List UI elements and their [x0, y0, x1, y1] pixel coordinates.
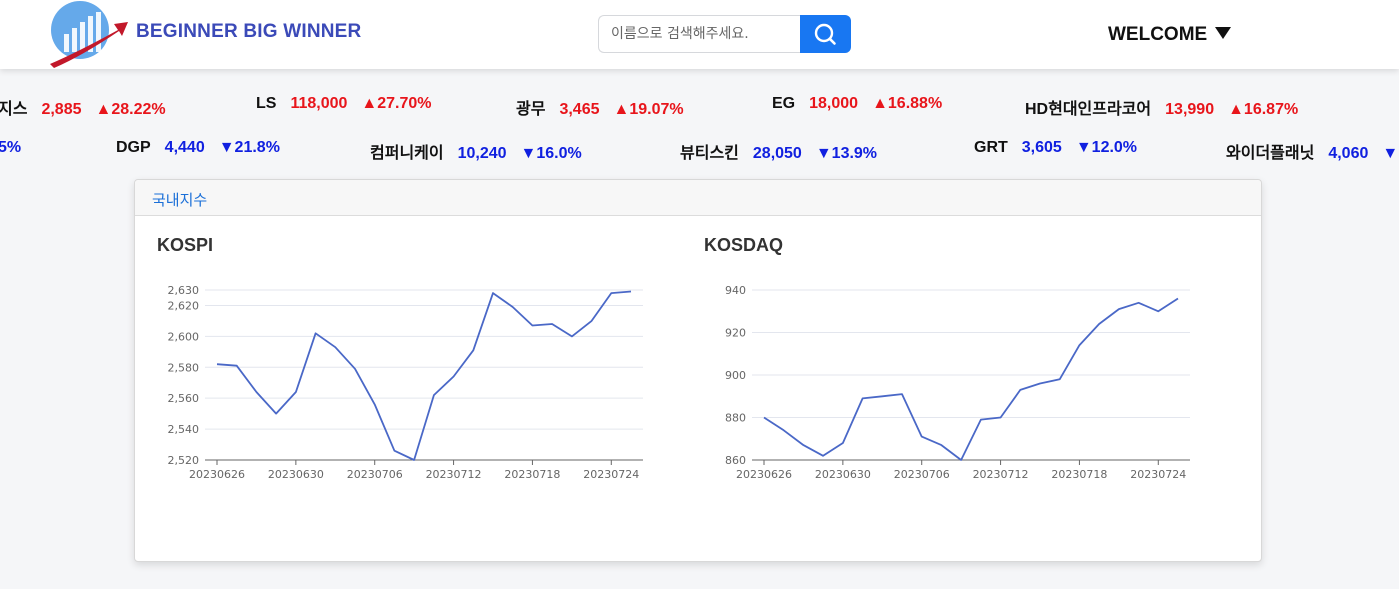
stock-price: 4,440	[164, 139, 205, 156]
kospi-y-tick-label: 2,620	[168, 299, 200, 312]
kosdaq-y-tick-label: 920	[725, 327, 746, 340]
stock-change: ▼13.9%	[815, 145, 878, 162]
stock-change: ▲27.70%	[361, 95, 432, 112]
kosdaq-y-tick-label: 860	[725, 454, 746, 467]
index-panel: 국내지수 KOSPI 2,520 2,540 2,560 2,580 2,600 2,62…	[134, 179, 1262, 562]
stock-name: 광무	[516, 101, 546, 118]
ticker-item[interactable]: GRT 3,605 ▼12.0%	[974, 139, 1137, 157]
kosdaq-series-line	[763, 297, 1179, 461]
gainers-ticker: 지스 2,885 ▲28.22% LS 118,000 ▲27.70% 광무 3,465 ▲…	[0, 95, 1399, 125]
ticker-item[interactable]: 뷰티스킨 28,050 ▼13.9%	[680, 139, 877, 163]
kospi-y-tick-label: 2,520	[168, 454, 200, 467]
losers-ticker: 5% DGP 4,440 ▼21.8% 컴퍼니케이 10,240 ▼16.0% 뷰티스킨…	[0, 139, 1399, 169]
stock-name: 뷰티스킨	[680, 145, 739, 162]
stock-change: 5%	[0, 139, 22, 156]
kospi-x-tick-label: 20230706	[347, 468, 403, 481]
kospi-y-tick-label: 2,560	[168, 392, 200, 405]
stock-price: 3,605	[1021, 139, 1062, 156]
ticker-item[interactable]: LS 118,000 ▲27.70%	[256, 95, 432, 113]
ticker-item[interactable]: HD현대인프라코어 13,990 ▲16.87%	[1025, 95, 1298, 119]
kosdaq-x-tick-label: 20230718	[1051, 468, 1107, 481]
stock-name: EG	[772, 95, 796, 112]
stock-price: 2,885	[41, 101, 82, 118]
kospi-x-tick-label: 20230724	[583, 468, 639, 481]
kospi-chart: 2,520 2,540 2,560 2,580 2,600 2,620 2,630 20230…	[168, 284, 643, 481]
kosdaq-y-tick-label: 900	[725, 369, 746, 382]
stock-change: ▼12.0%	[1075, 139, 1138, 156]
kospi-x-tick-label: 20230718	[504, 468, 560, 481]
rising-bars-arrow-logo[interactable]	[48, 0, 130, 68]
stock-name: DGP	[116, 139, 151, 156]
stock-price: 28,050	[752, 145, 802, 162]
kospi-y-tick-label: 2,600	[168, 330, 200, 343]
kosdaq-chart: 860 880 900 920 940 20230626 20230630 20230706 2…	[725, 284, 1190, 481]
ticker-item[interactable]: 5%	[0, 139, 21, 157]
stock-change: ▲16.87%	[1228, 101, 1299, 118]
stock-price: 10,240	[457, 145, 507, 162]
stock-change: ▲16.88%	[872, 95, 943, 112]
stock-price: 118,000	[290, 95, 348, 112]
kosdaq-x-tick-label: 20230712	[973, 468, 1029, 481]
search-icon	[814, 23, 836, 45]
kospi-y-tick-label: 2,630	[168, 284, 200, 297]
stock-name: 컴퍼니케이	[370, 145, 444, 162]
kospi-x-tick-label: 20230626	[189, 468, 245, 481]
kospi-y-tick-label: 2,540	[168, 423, 200, 436]
search-button[interactable]	[800, 15, 851, 53]
stock-change: ▼21.8%	[218, 139, 280, 156]
kosdaq-title: KOSDAQ	[704, 235, 784, 255]
kosdaq-x-tick-label: 20230706	[894, 468, 950, 481]
kosdaq-y-tick-label: 880	[725, 412, 746, 425]
stock-name: 지스	[0, 101, 28, 118]
ticker-item[interactable]: EG 18,000 ▲16.88%	[772, 95, 942, 113]
kosdaq-y-tick-label: 940	[725, 284, 746, 297]
kospi-x-tick-label: 20230630	[268, 468, 324, 481]
kosdaq-x-tick-label: 20230626	[736, 468, 792, 481]
welcome-menu[interactable]: WELCOME	[1108, 24, 1232, 46]
search-input[interactable]	[598, 15, 802, 53]
kospi-series-line	[216, 290, 632, 461]
top-header: BEGINNER BIG WINNER WELCOME	[0, 0, 1399, 69]
stock-change: ▼16.0%	[520, 145, 582, 162]
tab-domestic-index[interactable]: 국내지수	[152, 189, 207, 210]
kosdaq-x-tick-label: 20230630	[815, 468, 871, 481]
stock-change: ▲19.07%	[613, 101, 684, 118]
ticker-item[interactable]: 컴퍼니케이 10,240 ▼16.0%	[370, 139, 582, 163]
stock-price: 4,060	[1328, 145, 1369, 162]
ticker-item[interactable]: 지스 2,885 ▲28.22%	[0, 95, 166, 119]
kospi-title: KOSPI	[157, 235, 214, 255]
stock-name: 와이더플래닛	[1226, 145, 1315, 162]
stock-change: ▼	[1382, 145, 1399, 162]
stock-name: HD현대인프라코어	[1025, 101, 1152, 118]
ticker-item[interactable]: 와이더플래닛 4,060 ▼	[1226, 139, 1398, 163]
brand-name[interactable]: BEGINNER BIG WINNER	[136, 21, 361, 43]
stock-price: 3,465	[559, 101, 600, 118]
stock-price: 18,000	[809, 95, 859, 112]
stock-name: LS	[256, 95, 277, 112]
stock-name: GRT	[974, 139, 1008, 156]
caret-down-icon	[1215, 27, 1232, 39]
kospi-y-tick-label: 2,580	[168, 361, 200, 374]
kosdaq-x-tick-label: 20230724	[1130, 468, 1186, 481]
kospi-x-tick-label: 20230712	[426, 468, 482, 481]
stock-change: ▲28.22%	[95, 101, 166, 118]
search-bar	[598, 15, 851, 53]
welcome-label: WELCOME	[1108, 24, 1208, 45]
stock-price: 13,990	[1165, 101, 1215, 118]
ticker-item[interactable]: DGP 4,440 ▼21.8%	[116, 139, 280, 157]
ticker-item[interactable]: 광무 3,465 ▲19.07%	[516, 95, 684, 119]
panel-header	[135, 180, 1261, 216]
